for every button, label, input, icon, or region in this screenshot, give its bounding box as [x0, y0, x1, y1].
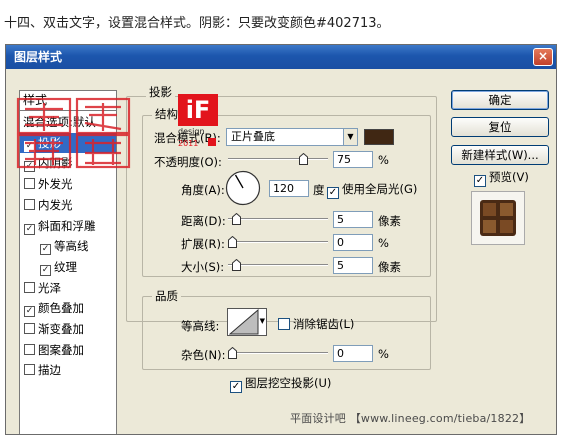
reset-button[interactable]: 复位	[451, 117, 549, 137]
style-item[interactable]: ✓ 纹理	[20, 257, 116, 277]
style-item[interactable]: 渐变叠加	[20, 319, 116, 339]
style-item[interactable]: ✓ 等高线	[20, 236, 116, 256]
slider-thumb-icon[interactable]	[232, 259, 241, 271]
logo-mark: iF	[178, 94, 218, 126]
contour-curve-icon	[229, 309, 259, 335]
drop-shadow-title: 投影	[146, 84, 175, 100]
watermark-text: 平面设计吧 【www.lineeg.com/tieba/1822】	[290, 412, 531, 425]
style-item[interactable]: ✓ 斜面和浮雕	[20, 216, 116, 236]
knockout-checkbox[interactable]: ✓ 图层挖空投影(U)	[230, 375, 331, 393]
checkbox-icon	[278, 318, 290, 330]
style-item[interactable]: 描边	[20, 360, 116, 380]
slider-thumb-icon[interactable]	[228, 347, 237, 359]
anti-alias-checkbox[interactable]: 消除锯齿(L)	[278, 316, 354, 332]
size-label: 大小(S):	[181, 260, 225, 274]
checkbox-icon[interactable]	[24, 343, 35, 355]
opacity-input[interactable]: 75	[333, 151, 373, 168]
red-seal-stamp: 創意無限	[16, 97, 131, 169]
preview-swatch-icon	[480, 200, 516, 236]
checkbox-icon[interactable]	[24, 323, 35, 334]
checkbox-icon[interactable]: ✓	[40, 244, 51, 256]
dialog-title: 图层样式	[14, 50, 63, 64]
angle-unit: 度	[313, 183, 325, 197]
chevron-down-icon: ▼	[259, 317, 265, 325]
distance-input[interactable]: 5	[333, 211, 373, 228]
dialog-titlebar: 图层样式 ×	[6, 45, 556, 69]
shadow-color-swatch[interactable]	[364, 129, 394, 145]
checkbox-icon[interactable]: ✓	[24, 223, 35, 235]
structure-title: 结构	[152, 106, 181, 122]
spread-label: 扩展(R):	[181, 237, 225, 251]
style-item-label: 等高线	[54, 239, 89, 254]
ok-button[interactable]: 确定	[451, 90, 549, 110]
style-item-label: 光泽	[38, 280, 61, 295]
checkbox-icon[interactable]: ✓	[24, 306, 35, 318]
if-design-logo: iF design 2011	[178, 94, 230, 160]
angle-label: 角度(A):	[181, 183, 225, 197]
style-item-label: 颜色叠加	[38, 301, 84, 316]
checkbox-icon: ✓	[327, 187, 339, 199]
style-item[interactable]: 光泽	[20, 278, 116, 298]
logo-square	[208, 138, 216, 146]
style-item[interactable]: 外发光	[20, 174, 116, 194]
distance-slider[interactable]	[228, 213, 328, 225]
checkbox-icon[interactable]	[24, 178, 35, 190]
style-item-label: 渐变叠加	[38, 322, 84, 336]
size-input[interactable]: 5	[333, 257, 373, 274]
chevron-down-icon: ▼	[343, 129, 357, 145]
style-item-label: 外发光	[38, 177, 73, 192]
logo-year: 2011	[178, 139, 199, 148]
spread-slider[interactable]	[228, 236, 328, 248]
distance-label: 距离(D):	[181, 214, 226, 228]
use-global-light-checkbox[interactable]: ✓ 使用全局光(G)	[327, 181, 417, 199]
checkbox-icon: ✓	[230, 381, 242, 393]
spread-unit: %	[378, 236, 389, 250]
noise-label: 杂色(N):	[181, 348, 226, 362]
angle-input[interactable]: 120	[269, 180, 309, 197]
checkbox-icon[interactable]	[24, 198, 35, 210]
noise-unit: %	[378, 347, 389, 361]
slider-thumb-icon[interactable]	[232, 213, 241, 225]
style-item[interactable]: ✓ 颜色叠加	[20, 298, 116, 318]
checkbox-icon[interactable]	[24, 281, 35, 293]
opacity-unit: %	[378, 153, 389, 167]
slider-thumb-icon[interactable]	[299, 153, 308, 165]
checkbox-icon: ✓	[474, 175, 486, 187]
style-item[interactable]: 内发光	[20, 195, 116, 215]
style-item-label: 图案叠加	[38, 342, 84, 357]
style-item-label: 内发光	[38, 197, 73, 212]
checkbox-icon[interactable]	[24, 364, 35, 376]
spread-input[interactable]: 0	[333, 234, 373, 251]
contour-label: 等高线:	[181, 319, 220, 333]
instruction-caption: 十四、双击文字，设置混合样式。阴影：只要改变颜色#402713。	[4, 16, 390, 31]
checkbox-icon[interactable]: ✓	[40, 264, 51, 276]
logo-word: design	[178, 127, 205, 136]
new-style-button[interactable]: 新建样式(W)...	[451, 145, 549, 165]
contour-picker[interactable]: ▼	[227, 308, 267, 336]
style-item[interactable]: 图案叠加	[20, 340, 116, 360]
opacity-slider[interactable]	[228, 153, 328, 165]
style-item-label: 纹理	[54, 259, 77, 274]
preview-checkbox[interactable]: ✓ 预览(V)	[474, 169, 529, 187]
blend-mode-value: 正片叠底	[231, 130, 275, 143]
close-icon[interactable]: ×	[533, 48, 553, 66]
blend-mode-select[interactable]: 正片叠底 ▼	[226, 128, 358, 146]
style-item-label: 斜面和浮雕	[38, 218, 96, 233]
slider-thumb-icon[interactable]	[228, 236, 237, 248]
size-unit: 像素	[378, 260, 401, 274]
size-slider[interactable]	[228, 259, 328, 271]
noise-input[interactable]: 0	[333, 345, 373, 362]
style-preview-thumbnail	[471, 191, 525, 245]
quality-title: 品质	[152, 288, 181, 304]
distance-unit: 像素	[378, 214, 401, 228]
noise-slider[interactable]	[228, 347, 328, 359]
style-item-label: 描边	[38, 363, 61, 378]
angle-dial-icon[interactable]	[225, 170, 261, 206]
